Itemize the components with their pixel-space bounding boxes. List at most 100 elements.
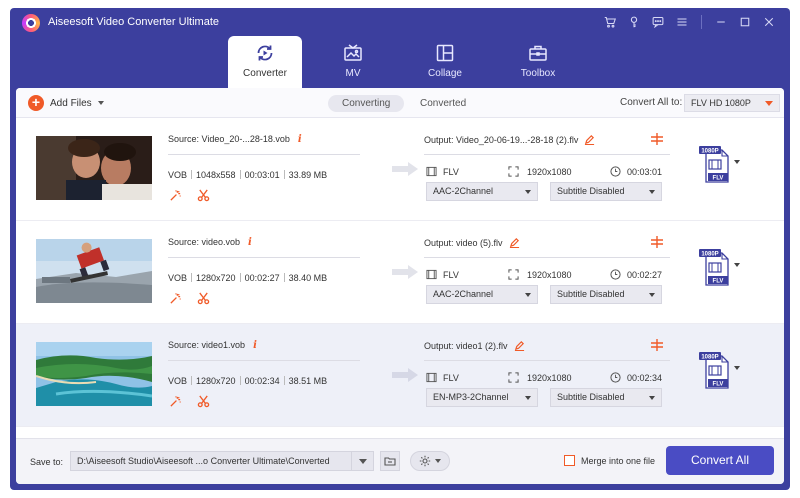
convert-all-format-select[interactable]: FLV HD 1080P [684,94,780,112]
source-format: VOB [168,376,188,386]
source-text: Source: Video_20-...28-18.vob [168,134,290,144]
file-row[interactable]: Source: Video_20-...28-18.vob i VOB 1048x5… [16,118,784,221]
menu-icon[interactable] [671,13,693,31]
tab-collage[interactable]: Collage [408,36,482,88]
chevron-down-icon[interactable] [97,101,104,105]
tab-converting[interactable]: Converting [328,95,405,112]
divider [168,360,360,361]
app-logo-icon [22,14,40,32]
cart-icon[interactable] [599,13,621,31]
edit-pen-icon[interactable] [514,340,525,353]
video-thumbnail[interactable] [36,136,152,200]
resize-icon [508,269,519,280]
save-path-select[interactable]: D:\Aiseesoft Studio\Aiseesoft ...o Conve… [70,451,374,471]
subtitle-select[interactable]: Subtitle Disabled [550,388,662,407]
convert-all-format-value: FLV HD 1080P [691,98,751,108]
output-format-text: FLV [443,372,459,383]
output-format-badge[interactable]: 1080P FLV [698,249,740,287]
chevron-down-icon[interactable] [351,452,373,470]
source-filename: Source: Video_20-...28-18.vob i [168,134,302,145]
video-thumbnail[interactable] [36,342,152,406]
audio-track-value: AAC-2Channel [433,186,494,196]
subtitle-select[interactable]: Subtitle Disabled [550,285,662,304]
output-resolution: 1920x1080 [508,372,572,383]
gear-icon [419,455,431,467]
badge-format-text: FLV [713,279,724,285]
output-settings-icon[interactable] [650,338,664,352]
output-format-badge[interactable]: 1080P FLV [698,352,740,390]
edit-pen-icon[interactable] [584,134,595,147]
title-bar: Aiseesoft Video Converter Ultimate [10,8,790,36]
output-resolution-text: 1920x1080 [527,166,572,177]
subtitle-value: Subtitle Disabled [557,186,625,196]
source-size: 33.89 MB [288,170,328,180]
edit-tools [168,188,210,202]
merge-checkbox[interactable] [564,455,575,466]
scissors-icon[interactable] [196,188,210,202]
audio-track-select[interactable]: AAC-2Channel [426,182,538,201]
chevron-down-icon[interactable] [734,366,740,370]
output-settings-icon[interactable] [650,235,664,249]
mv-icon [342,42,364,64]
scissors-icon[interactable] [196,291,210,305]
scissors-icon[interactable] [196,394,210,408]
film-icon [426,166,437,177]
output-format: FLV [426,166,459,177]
chevron-down-icon[interactable] [734,263,740,267]
chat-icon[interactable] [647,13,669,31]
source-resolution: 1280x720 [196,273,236,283]
edit-pen-icon[interactable] [509,237,520,250]
output-format: FLV [426,269,459,280]
chevron-down-icon[interactable] [734,160,740,164]
flv-file-icon: 1080P FLV [699,249,729,286]
magic-wand-icon[interactable] [168,291,182,305]
title-bar-controls [599,13,780,31]
divider [424,154,670,155]
magic-wand-icon[interactable] [168,394,182,408]
add-files-button[interactable]: + Add Files [28,94,104,112]
tab-converter[interactable]: Converter [228,36,302,88]
divider [168,154,360,155]
clock-icon [610,372,621,383]
subtitle-value: Subtitle Disabled [557,392,625,402]
converter-toolbar: + Add Files Converting Converted Convert… [16,88,784,118]
app-window: Aiseesoft Video Converter Ultimate Conve… [10,8,790,490]
info-icon[interactable]: i [248,237,252,248]
merge-option[interactable]: Merge into one file [564,455,655,466]
tab-toolbox[interactable]: Toolbox [501,36,575,88]
tab-label: Collage [428,68,462,79]
open-folder-button[interactable] [380,451,400,471]
audio-track-value: AAC-2Channel [433,289,494,299]
tab-converted[interactable]: Converted [406,95,480,112]
video-thumbnail[interactable] [36,239,152,303]
output-format: FLV [426,372,459,383]
output-duration-text: 00:02:34 [627,372,663,383]
close-icon[interactable] [758,13,780,31]
minimize-icon[interactable] [710,13,732,31]
info-icon[interactable]: i [253,340,257,351]
source-format: VOB [168,273,188,283]
maximize-icon[interactable] [734,13,756,31]
convert-all-button[interactable]: Convert All [666,446,774,475]
film-icon [426,372,437,383]
output-settings-icon[interactable] [650,132,664,146]
magic-wand-icon[interactable] [168,188,182,202]
divider [424,360,670,361]
subtitle-select[interactable]: Subtitle Disabled [550,182,662,201]
settings-button[interactable] [410,451,450,471]
output-format-text: FLV [443,269,459,280]
audio-track-select[interactable]: EN-MP3-2Channel [426,388,538,407]
tab-mv[interactable]: MV [316,36,390,88]
main-nav: Converter MV Collage Toolbox [10,36,790,88]
badge-format-text: FLV [713,382,724,388]
file-row[interactable]: Source: video1.vob i VOB 1280x720 00:02:34 3… [16,324,784,427]
key-icon[interactable] [623,13,645,31]
output-format-badge[interactable]: 1080P FLV [698,146,740,184]
info-icon[interactable]: i [298,134,302,145]
source-resolution: 1048x558 [196,170,236,180]
file-row[interactable]: Source: video.vob i VOB 1280x720 00:02:27 38… [16,221,784,324]
source-filename: Source: video.vob i [168,237,252,248]
output-resolution: 1920x1080 [508,269,572,280]
audio-track-select[interactable]: AAC-2Channel [426,285,538,304]
source-size: 38.40 MB [288,273,328,283]
